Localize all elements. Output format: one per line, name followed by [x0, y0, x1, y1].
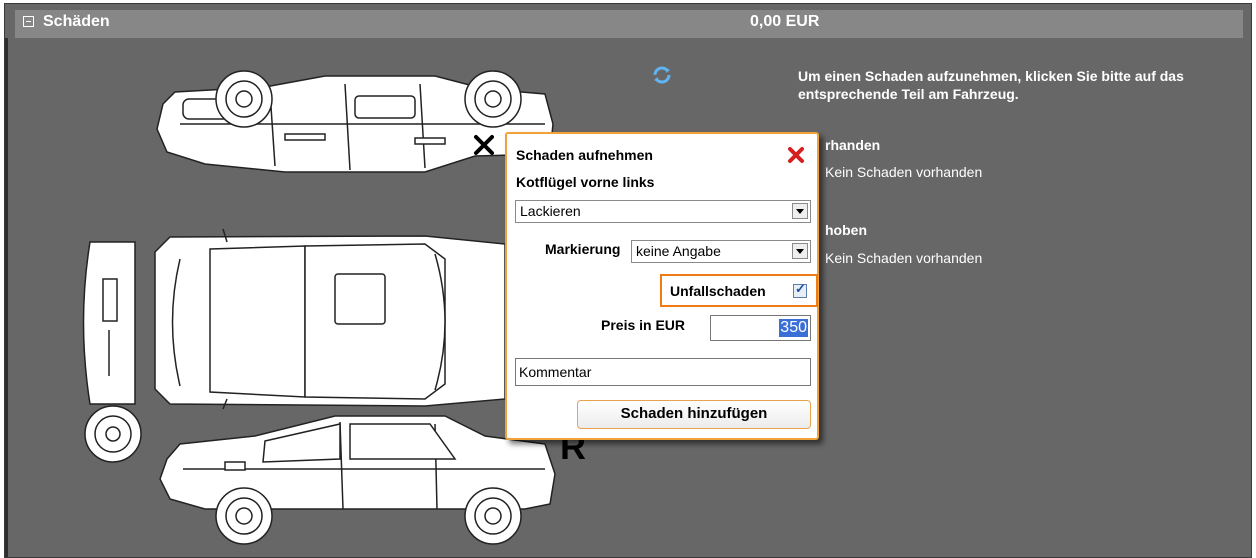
recorded-damages-value: Kein Schaden vorhanden	[825, 250, 983, 266]
comment-input[interactable]: Kommentar	[515, 358, 811, 386]
accident-damage-label: Unfallschaden	[670, 283, 766, 299]
instruction-text: Um einen Schaden aufzunehmen, klicken Si…	[798, 68, 1184, 102]
price-label: Preis in EUR	[601, 317, 686, 333]
add-damage-dialog: Schaden aufnehmen Kotflügel vorne links …	[505, 132, 819, 440]
repair-action-value: Lackieren	[520, 203, 581, 219]
existing-damages-title: rhanden	[825, 137, 881, 153]
marker-select[interactable]: keine Angabe	[631, 240, 811, 263]
chevron-down-icon[interactable]	[792, 243, 808, 259]
marker-label: Markierung	[545, 241, 621, 257]
accident-damage-checkbox[interactable]: ✓	[793, 281, 807, 298]
damages-panel: Schäden 0,00 EUR R Um einen Schaden aufz…	[4, 3, 1252, 558]
chevron-down-icon[interactable]	[792, 203, 808, 219]
checkmark-icon: ✓	[795, 281, 806, 296]
spare-wheel[interactable]	[84, 405, 142, 463]
car-side-bottom[interactable]	[159, 415, 556, 545]
refresh-icon[interactable]	[653, 66, 671, 84]
add-damage-button[interactable]: Schaden hinzufügen	[577, 400, 811, 429]
repair-action-select[interactable]: Lackieren	[515, 200, 811, 223]
comment-value: Kommentar	[519, 364, 592, 380]
damage-part-name: Kotflügel vorne links	[516, 174, 655, 190]
car-side-top[interactable]	[156, 70, 554, 173]
price-value: 350	[779, 319, 808, 337]
recorded-damages-title: hoben	[825, 222, 867, 238]
close-icon[interactable]	[787, 146, 805, 164]
dialog-title: Schaden aufnehmen	[516, 147, 653, 163]
marker-value: keine Angabe	[636, 243, 721, 259]
price-input[interactable]: 350	[710, 315, 811, 341]
accident-damage-field: Unfallschaden ✓	[660, 274, 818, 307]
car-top-view[interactable]	[82, 228, 506, 410]
existing-damages-value: Kein Schaden vorhanden	[825, 164, 983, 180]
